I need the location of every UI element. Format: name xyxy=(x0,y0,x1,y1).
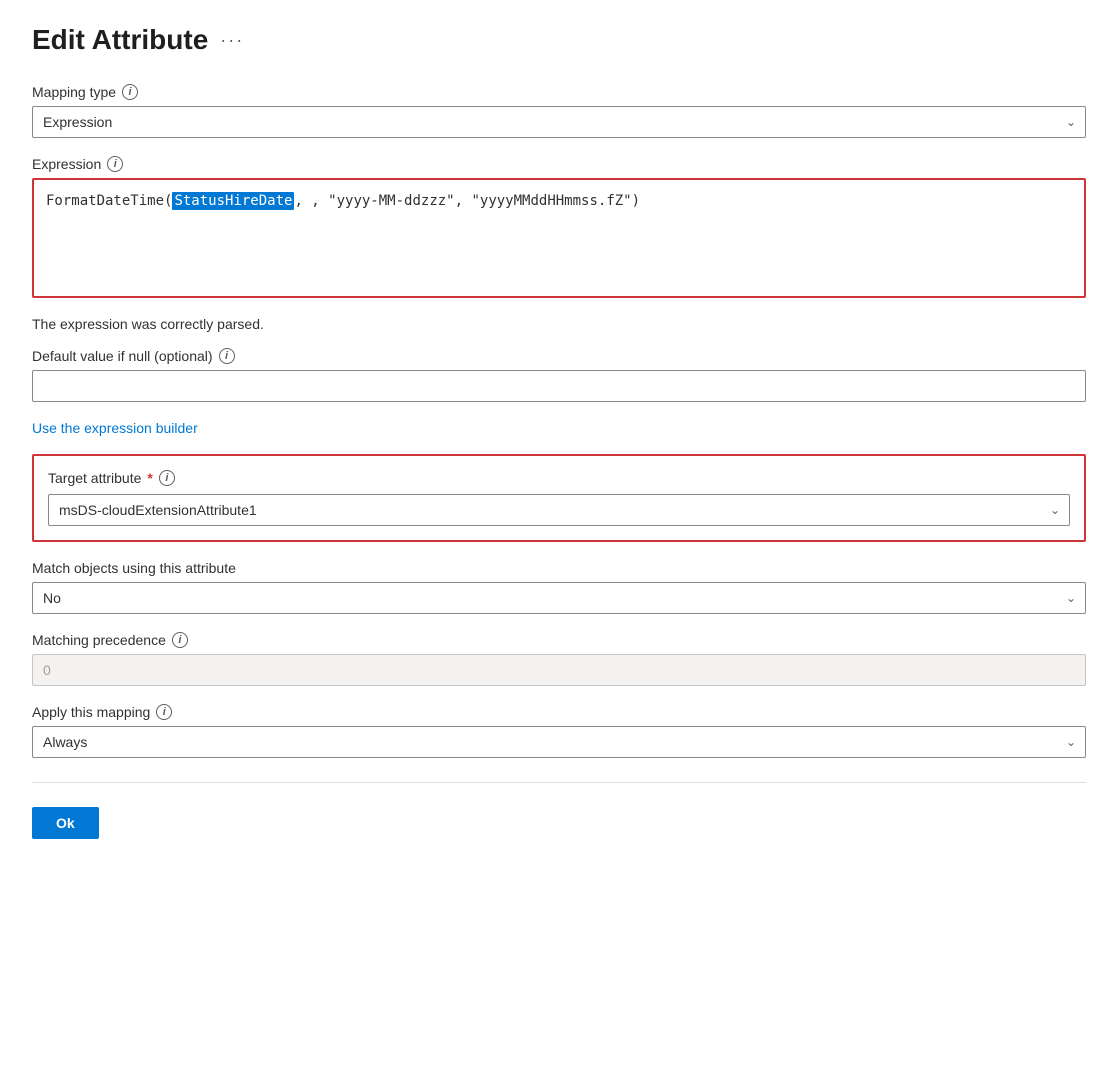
mapping-type-label-text: Mapping type xyxy=(32,84,116,100)
expression-prefix: FormatDateTime( xyxy=(46,193,172,209)
apply-mapping-section: Apply this mapping i Always Only during … xyxy=(32,704,1086,758)
expression-builder-link[interactable]: Use the expression builder xyxy=(32,420,198,436)
more-options-icon[interactable]: ··· xyxy=(220,30,244,51)
match-objects-select-wrapper: No Yes ⌄ xyxy=(32,582,1086,614)
mapping-type-select[interactable]: Expression Direct Constant xyxy=(32,106,1086,138)
expression-input[interactable]: FormatDateTime(StatusHireDate, , "yyyy-M… xyxy=(32,178,1086,298)
required-star: * xyxy=(147,470,152,486)
target-attribute-info-icon[interactable]: i xyxy=(159,470,175,486)
matching-precedence-input[interactable] xyxy=(32,654,1086,686)
match-objects-section: Match objects using this attribute No Ye… xyxy=(32,560,1086,614)
page-title: Edit Attribute xyxy=(32,24,208,56)
default-value-section: Default value if null (optional) i xyxy=(32,348,1086,402)
parsed-message: The expression was correctly parsed. xyxy=(32,316,1086,332)
expression-info-icon[interactable]: i xyxy=(107,156,123,172)
apply-mapping-label: Apply this mapping i xyxy=(32,704,1086,720)
mapping-type-section: Mapping type i Expression Direct Constan… xyxy=(32,84,1086,138)
target-attribute-select-wrapper: msDS-cloudExtensionAttribute1 msDS-cloud… xyxy=(48,494,1070,526)
target-attribute-label-text: Target attribute xyxy=(48,470,141,486)
match-objects-label: Match objects using this attribute xyxy=(32,560,1086,576)
ok-button[interactable]: Ok xyxy=(32,807,99,839)
matching-precedence-label-text: Matching precedence xyxy=(32,632,166,648)
target-attribute-section: Target attribute * i msDS-cloudExtension… xyxy=(32,454,1086,542)
page-header: Edit Attribute ··· xyxy=(32,24,1086,56)
matching-precedence-label: Matching precedence i xyxy=(32,632,1086,648)
default-value-input[interactable] xyxy=(32,370,1086,402)
expression-label: Expression i xyxy=(32,156,1086,172)
apply-mapping-info-icon[interactable]: i xyxy=(156,704,172,720)
apply-mapping-select-wrapper: Always Only during object creation Only … xyxy=(32,726,1086,758)
expression-section: Expression i FormatDateTime(StatusHireDa… xyxy=(32,156,1086,298)
target-attribute-label: Target attribute * i xyxy=(48,470,1070,486)
matching-precedence-info-icon[interactable]: i xyxy=(172,632,188,648)
mapping-type-info-icon[interactable]: i xyxy=(122,84,138,100)
apply-mapping-label-text: Apply this mapping xyxy=(32,704,150,720)
default-value-info-icon[interactable]: i xyxy=(219,348,235,364)
matching-precedence-section: Matching precedence i xyxy=(32,632,1086,686)
match-objects-select[interactable]: No Yes xyxy=(32,582,1086,614)
default-value-label-text: Default value if null (optional) xyxy=(32,348,213,364)
match-objects-label-text: Match objects using this attribute xyxy=(32,560,236,576)
default-value-label: Default value if null (optional) i xyxy=(32,348,1086,364)
target-attribute-select[interactable]: msDS-cloudExtensionAttribute1 msDS-cloud… xyxy=(48,494,1070,526)
divider xyxy=(32,782,1086,783)
expression-label-text: Expression xyxy=(32,156,101,172)
mapping-type-label: Mapping type i xyxy=(32,84,1086,100)
expression-highlighted: StatusHireDate xyxy=(172,192,294,210)
expression-suffix: , , "yyyy-MM-ddzzz", "yyyyMMddHHmmss.fZ"… xyxy=(294,193,640,209)
mapping-type-select-wrapper: Expression Direct Constant ⌄ xyxy=(32,106,1086,138)
apply-mapping-select[interactable]: Always Only during object creation Only … xyxy=(32,726,1086,758)
